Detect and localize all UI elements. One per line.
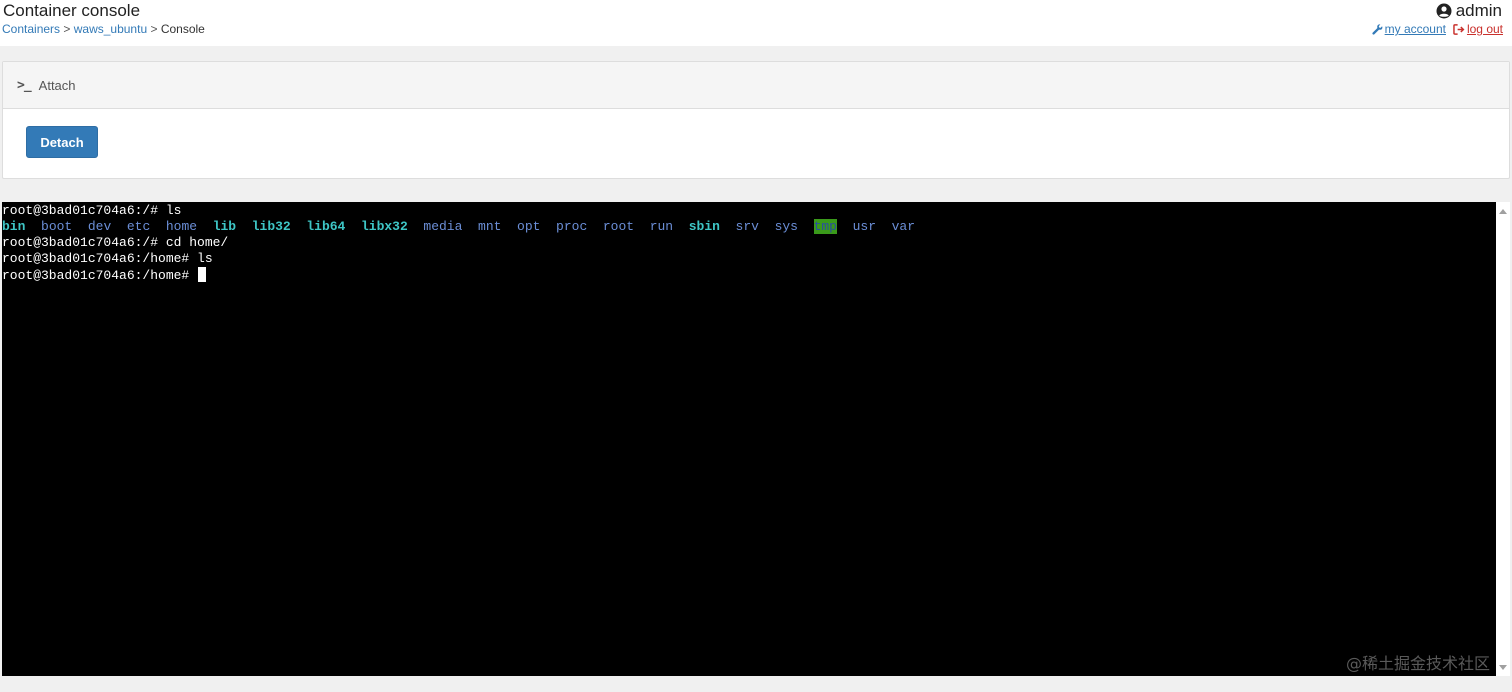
ls-entry-root: root [602, 219, 635, 234]
ls-entry-lib: lib [212, 219, 237, 234]
breadcrumb: Containers > waws_ubuntu > Console [2, 22, 205, 36]
sign-out-icon [1453, 23, 1465, 35]
user-circle-icon [1436, 3, 1452, 19]
terminal-prompt-line: root@3bad01c704a6:/home# [2, 267, 1496, 283]
ls-entry-var: var [891, 219, 916, 234]
page-title: Container console [3, 1, 141, 20]
user-display: admin [1436, 1, 1502, 21]
attach-panel-header: >_ Attach [3, 62, 1509, 109]
ls-entry-opt: opt [517, 219, 541, 234]
scroll-down-arrow-icon[interactable] [1499, 665, 1507, 670]
breadcrumb-container-name[interactable]: waws_ubuntu [74, 22, 147, 36]
ls-entry-usr: usr [852, 219, 876, 234]
ls-entry-media: media [423, 219, 463, 234]
ls-entry-sys: sys [774, 219, 798, 234]
page-header: Container console Containers > waws_ubun… [0, 0, 1512, 46]
terminal-scrollbar[interactable] [1496, 202, 1510, 676]
terminal-prompt-icon: >_ [17, 77, 32, 93]
attach-panel-title: Attach [38, 77, 76, 93]
wrench-icon [1371, 23, 1383, 35]
ls-entry-sbin: sbin [688, 219, 720, 234]
ls-entry-dev: dev [87, 219, 112, 234]
breadcrumb-containers[interactable]: Containers [2, 22, 60, 36]
ls-entry-tmp: tmp [813, 219, 837, 234]
my-account-link[interactable]: my account [1371, 22, 1446, 36]
user-links: my account log out [1371, 22, 1503, 36]
detach-button[interactable]: Detach [26, 126, 98, 158]
ls-output-line: bin boot dev etc home lib lib32 lib64 li… [2, 219, 1496, 235]
ls-entry-bin: bin [2, 219, 26, 234]
terminal-prompt: root@3bad01c704a6:/home# [2, 268, 198, 283]
watermark: @稀土掘金技术社区 [1345, 654, 1490, 673]
ls-entry-etc: etc [126, 219, 151, 234]
my-account-label: my account [1384, 22, 1446, 36]
breadcrumb-current: Console [160, 22, 205, 36]
ls-entry-lib64: lib64 [306, 219, 346, 234]
username: admin [1455, 1, 1502, 20]
ls-entry-run: run [649, 219, 674, 234]
attach-panel: >_ Attach Detach [2, 61, 1510, 179]
ls-entry-mnt: mnt [478, 219, 502, 234]
ls-entry-proc: proc [556, 219, 588, 234]
terminal-console[interactable]: root@3bad01c704a6:/# ls bin boot dev etc… [2, 202, 1496, 676]
terminal-line: root@3bad01c704a6:/home# ls [2, 251, 213, 266]
terminal-line: root@3bad01c704a6:/# ls [2, 203, 182, 218]
logout-link[interactable]: log out [1453, 22, 1503, 36]
scroll-up-arrow-icon[interactable] [1499, 209, 1507, 214]
ls-entry-srv: srv [735, 219, 759, 234]
ls-entry-home: home [165, 219, 198, 234]
terminal-line: root@3bad01c704a6:/# cd home/ [2, 235, 229, 250]
attach-panel-body: Detach [3, 109, 1509, 179]
terminal-cursor [198, 267, 207, 282]
ls-entry-libx32: libx32 [360, 219, 408, 234]
breadcrumb-separator: > [150, 22, 158, 36]
breadcrumb-separator: > [63, 22, 71, 36]
ls-entry-boot: boot [41, 219, 73, 234]
logout-label: log out [1466, 22, 1503, 36]
ls-entry-lib32: lib32 [251, 219, 291, 234]
